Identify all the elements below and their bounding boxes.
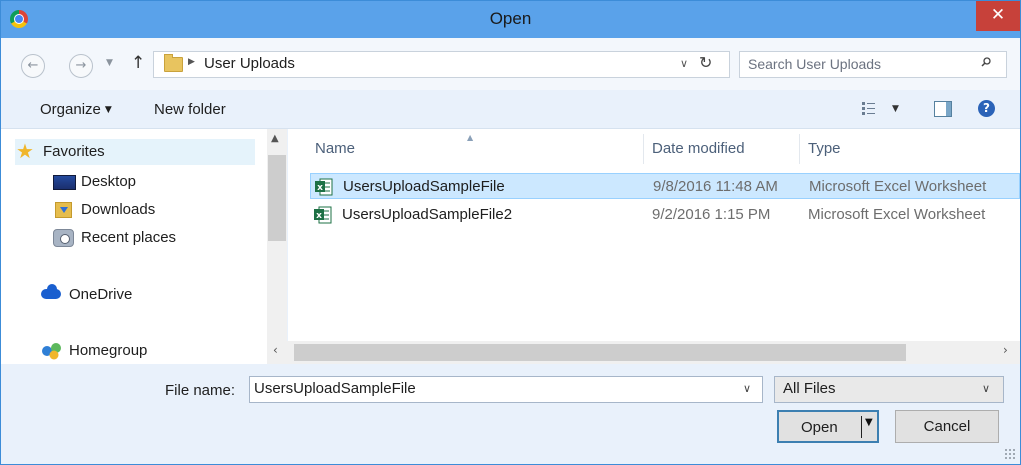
file-name-combobox[interactable]: ∨ xyxy=(249,376,763,403)
help-icon[interactable]: ? xyxy=(978,100,995,117)
chevron-down-icon: ∨ xyxy=(982,382,991,395)
folder-icon xyxy=(164,54,183,72)
file-date: 9/2/2016 1:15 PM xyxy=(652,206,771,223)
file-name: UsersUploadSampleFile2 xyxy=(342,206,513,223)
nav-item-label: Favorites xyxy=(43,143,105,160)
cancel-button[interactable]: Cancel xyxy=(895,410,999,443)
address-bar[interactable]: ▶ User Uploads ∨ ↻ xyxy=(153,51,730,78)
open-dialog: Open ✕ ← → ▼ ↑ ▶ User Uploads ∨ ↻ Organi… xyxy=(0,0,1021,465)
scroll-up-icon[interactable]: ▲ xyxy=(271,133,279,144)
column-divider[interactable] xyxy=(643,134,644,164)
cancel-button-label: Cancel xyxy=(923,418,971,435)
file-list: Name ▲ Date modified Type x UsersUploadS… xyxy=(288,129,1020,364)
file-type-value: All Files xyxy=(783,380,836,397)
nav-item-label: Desktop xyxy=(81,173,137,190)
file-type: Microsoft Excel Worksheet xyxy=(809,178,987,195)
nav-item-favorites[interactable]: ★ Favorites xyxy=(15,139,255,165)
resize-grip[interactable] xyxy=(1004,448,1016,460)
file-row[interactable]: x UsersUploadSampleFile 9/8/2016 11:48 A… xyxy=(310,173,1020,199)
scrollbar-thumb[interactable] xyxy=(294,344,906,361)
open-button-label: Open xyxy=(801,419,838,436)
scrollbar-thumb[interactable] xyxy=(268,155,286,241)
recent-locations-dropdown[interactable]: ▼ xyxy=(106,58,113,68)
bottom-bar: File name: ∨ All Files ∨ Open ▼ Cancel xyxy=(1,365,1020,464)
svg-text:x: x xyxy=(317,183,323,193)
file-date: 9/8/2016 11:48 AM xyxy=(653,178,778,195)
preview-pane-icon[interactable] xyxy=(934,101,952,117)
file-name-label: File name: xyxy=(165,382,236,399)
file-row[interactable]: x UsersUploadSampleFile2 9/2/2016 1:15 P… xyxy=(310,202,1020,228)
new-folder-button[interactable]: New folder xyxy=(154,101,226,118)
downloads-icon xyxy=(55,202,72,218)
address-row: ← → ▼ ↑ ▶ User Uploads ∨ ↻ xyxy=(1,38,1020,90)
open-options-dropdown-icon[interactable]: ▼ xyxy=(865,417,873,428)
file-name: UsersUploadSampleFile xyxy=(343,178,505,195)
view-options-dropdown[interactable]: ▼ xyxy=(892,104,899,114)
file-name-dropdown-icon[interactable]: ∨ xyxy=(743,382,751,395)
title-bar: Open ✕ xyxy=(1,1,1020,38)
recent-places-icon xyxy=(53,229,74,247)
nav-item-label: Recent places xyxy=(81,229,177,246)
excel-file-icon: x xyxy=(314,206,332,224)
homegroup-icon xyxy=(42,343,61,360)
file-name-input[interactable] xyxy=(254,380,724,397)
desktop-icon xyxy=(53,175,76,190)
sort-ascending-icon: ▲ xyxy=(467,133,474,142)
scroll-right-icon[interactable]: › xyxy=(1003,343,1008,357)
svg-text:x: x xyxy=(316,211,322,221)
split-divider xyxy=(861,416,862,438)
onedrive-icon xyxy=(41,284,61,299)
close-button[interactable]: ✕ xyxy=(976,1,1020,31)
nav-item-label: Downloads xyxy=(81,201,156,218)
nav-item-label: OneDrive xyxy=(69,286,133,303)
nav-item-label: Homegroup xyxy=(69,342,148,359)
back-button[interactable]: ← xyxy=(21,54,45,78)
column-divider[interactable] xyxy=(799,134,800,164)
navigation-pane: ★ Favorites Desktop Downloads Recent pla… xyxy=(1,129,287,364)
file-list-scrollbar[interactable]: ‹ › xyxy=(267,341,1020,364)
breadcrumb-separator-icon[interactable]: ▶ xyxy=(188,57,195,67)
caret-down-icon: ▼ xyxy=(104,105,112,115)
refresh-icon[interactable]: ↻ xyxy=(699,53,712,72)
column-header-type[interactable]: Type xyxy=(808,140,841,157)
toolbar: Organize ▼ New folder ▼ ? xyxy=(1,90,1020,129)
search-box[interactable] xyxy=(739,51,1007,78)
address-history-dropdown[interactable]: ∨ xyxy=(680,57,688,70)
file-type: Microsoft Excel Worksheet xyxy=(808,206,986,223)
search-icon[interactable] xyxy=(981,57,991,67)
column-header-name[interactable]: Name xyxy=(315,140,355,157)
dialog-title: Open xyxy=(489,9,532,28)
forward-button[interactable]: → xyxy=(69,54,93,78)
open-button[interactable]: Open ▼ xyxy=(777,410,879,443)
organize-button[interactable]: Organize ▼ xyxy=(40,101,112,118)
file-type-select[interactable]: All Files ∨ xyxy=(774,376,1004,403)
star-icon: ★ xyxy=(16,139,34,163)
nav-pane-scrollbar[interactable]: ▲ ▼ xyxy=(267,129,287,364)
organize-label: Organize xyxy=(40,101,101,118)
search-input[interactable] xyxy=(748,54,968,74)
change-view-icon[interactable] xyxy=(862,102,875,115)
column-header-date-modified[interactable]: Date modified xyxy=(652,140,745,157)
breadcrumb-user-uploads[interactable]: User Uploads xyxy=(204,55,295,72)
excel-file-icon: x xyxy=(315,178,333,196)
scroll-left-icon[interactable]: ‹ xyxy=(273,343,278,357)
up-folder-button[interactable]: ↑ xyxy=(131,53,145,73)
